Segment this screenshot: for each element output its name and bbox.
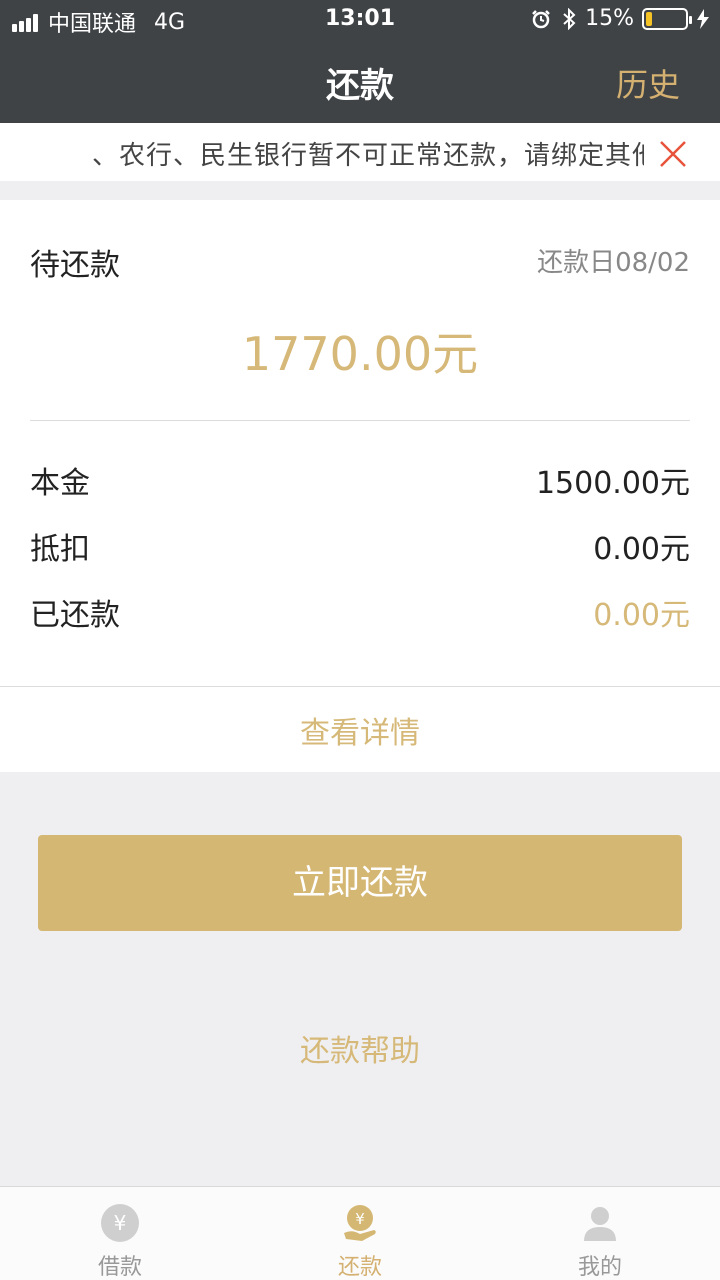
yen-hand-icon: ¥ — [344, 1205, 376, 1241]
tab-bar: ¥ 借款 ¥ 还款 我的 — [0, 1186, 720, 1280]
charging-icon — [697, 8, 709, 29]
notice-text: 、农行、民生银行暂不可正常还款，请绑定其他 — [92, 141, 644, 171]
bluetooth-icon — [563, 7, 576, 30]
tab-repay[interactable]: ¥ 还款 — [240, 1187, 480, 1280]
deduction-value: 0.00元 — [593, 532, 690, 567]
pending-amount: 1770.00元 — [241, 327, 479, 381]
repaid-label: 已还款 — [30, 598, 120, 633]
repayment-card: 待还款 还款日08/02 1770.00元 本金 1500.00元 抵扣 0.0… — [0, 200, 720, 772]
deduction-label: 抵扣 — [30, 532, 90, 567]
pending-label: 待还款 — [30, 248, 120, 283]
battery-percent: 15% — [585, 6, 634, 31]
principal-label: 本金 — [30, 466, 90, 501]
pay-now-button[interactable]: 立即还款 — [38, 835, 682, 931]
divider — [0, 686, 720, 687]
page-title: 还款 — [326, 66, 394, 106]
close-icon[interactable] — [658, 139, 688, 169]
tab-label: 借款 — [97, 1255, 142, 1280]
user-icon — [584, 1207, 616, 1241]
top-bar: 中国联通 4G 13:01 15% 还款 历史 — [0, 0, 720, 123]
repaid-row: 已还款 0.00元 — [30, 590, 690, 633]
tab-label: 还款 — [337, 1255, 382, 1280]
due-date: 还款日08/02 — [537, 248, 690, 278]
divider — [30, 420, 690, 421]
yen-coin-icon: ¥ — [101, 1204, 139, 1242]
deduction-row: 抵扣 0.00元 — [30, 524, 690, 567]
repayment-help-link[interactable]: 还款帮助 — [0, 1026, 720, 1070]
alarm-icon — [532, 9, 550, 28]
repaid-value: 0.00元 — [593, 598, 690, 633]
status-bar: 中国联通 4G 13:01 15% — [0, 0, 720, 40]
tab-label: 我的 — [577, 1255, 622, 1280]
notice-banner: 、农行、民生银行暂不可正常还款，请绑定其他 — [0, 123, 720, 181]
view-details-link[interactable]: 查看详情 — [0, 708, 720, 752]
tab-mine[interactable]: 我的 — [480, 1187, 720, 1280]
principal-row: 本金 1500.00元 — [30, 458, 690, 501]
battery-icon — [642, 7, 692, 30]
history-button[interactable]: 历史 — [616, 60, 680, 106]
principal-value: 1500.00元 — [535, 466, 690, 501]
tab-borrow[interactable]: ¥ 借款 — [0, 1187, 240, 1280]
svg-text:¥: ¥ — [355, 1210, 365, 1228]
svg-text:¥: ¥ — [114, 1211, 127, 1235]
